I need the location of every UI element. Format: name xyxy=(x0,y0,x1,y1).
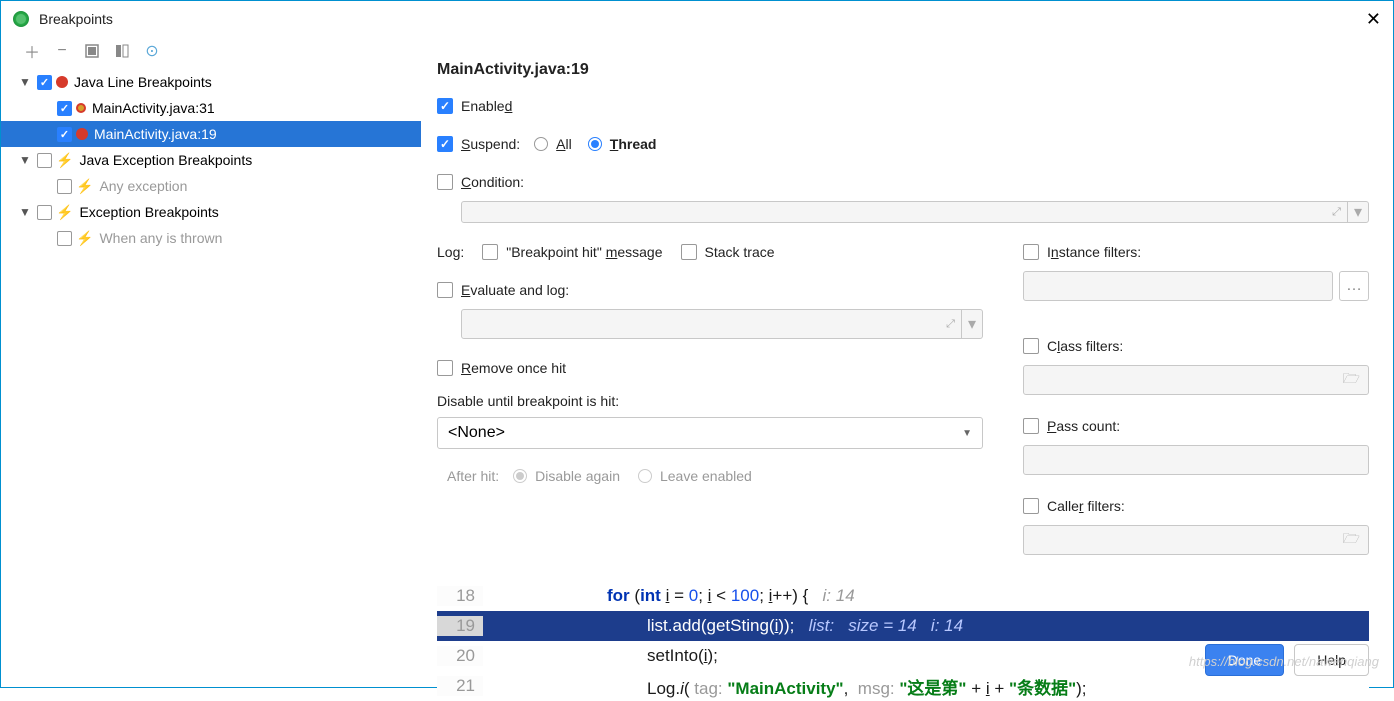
class-filters-label: Class filters: xyxy=(1047,338,1123,354)
instance-filters-more-button[interactable]: … xyxy=(1339,271,1369,301)
group-icon-2[interactable] xyxy=(113,42,131,60)
tree-item-main31[interactable]: MainActivity.java:31 xyxy=(1,95,421,121)
condition-label: Condition: xyxy=(461,174,524,190)
select-value: <None> xyxy=(448,424,505,442)
tree-label: When any is thrown xyxy=(99,230,222,246)
condition-field[interactable]: ⤢ ▾ xyxy=(461,201,1369,223)
remove-button[interactable]: − xyxy=(53,42,71,60)
lightning-icon: ⚡ xyxy=(76,230,93,247)
bp-hit-msg-checkbox[interactable] xyxy=(482,244,498,260)
caller-filters-label: Caller filters: xyxy=(1047,498,1125,514)
window-title: Breakpoints xyxy=(39,11,113,27)
checkbox[interactable] xyxy=(57,101,72,116)
leave-enabled-label: Leave enabled xyxy=(660,468,752,484)
add-button[interactable]: ＋ xyxy=(23,42,41,60)
checkbox[interactable] xyxy=(37,153,52,168)
suspend-all-label: All xyxy=(556,136,572,152)
disable-again-radio xyxy=(513,469,527,483)
log-label: Log: xyxy=(437,244,464,260)
code-line-18: 18 for (int i = 0; i < 100; i++) { i: 14 xyxy=(437,581,1369,611)
tree-group-java-exception[interactable]: ▼ ⚡ Java Exception Breakpoints xyxy=(1,147,421,173)
class-filters-checkbox[interactable] xyxy=(1023,338,1039,354)
expand-icon[interactable]: ⤢ xyxy=(1326,206,1347,219)
tree-item-any-exception[interactable]: ⚡ Any exception xyxy=(1,173,421,199)
group-icon-3[interactable]: ⊙ xyxy=(143,42,161,60)
pass-count-label: Pass count: xyxy=(1047,418,1120,434)
close-icon[interactable]: ✕ xyxy=(1366,9,1381,30)
tree-item-when-any-thrown[interactable]: ⚡ When any is thrown xyxy=(1,225,421,251)
breakpoint-title: MainActivity.java:19 xyxy=(437,61,1369,79)
enabled-label: Enabled xyxy=(461,98,512,114)
checkbox[interactable] xyxy=(57,231,72,246)
tree-label: Java Exception Breakpoints xyxy=(79,152,252,168)
remove-once-label: Remove once hit xyxy=(461,360,566,376)
tree-label: MainActivity.java:19 xyxy=(94,126,217,142)
eval-log-field[interactable]: ⤢ ▾ xyxy=(461,309,983,339)
enabled-checkbox[interactable] xyxy=(437,98,453,114)
breakpoint-details-panel: MainActivity.java:19 Enabled Suspend: Al… xyxy=(421,65,1393,633)
app-icon xyxy=(13,11,29,27)
dropdown-icon[interactable]: ▾ xyxy=(1347,202,1368,222)
tree-label: Exception Breakpoints xyxy=(79,204,218,220)
titlebar: Breakpoints ✕ xyxy=(1,1,1393,37)
tree-group-exception[interactable]: ▼ ⚡ Exception Breakpoints xyxy=(1,199,421,225)
disable-until-select[interactable]: <None> ▼ xyxy=(437,417,983,449)
lightning-icon: ⚡ xyxy=(76,178,93,195)
remove-once-checkbox[interactable] xyxy=(437,360,453,376)
lightning-icon: ⚡ xyxy=(56,204,73,221)
breakpoint-verified-icon xyxy=(489,620,501,632)
condition-checkbox[interactable] xyxy=(437,174,453,190)
caller-filters-checkbox[interactable] xyxy=(1023,498,1039,514)
chevron-down-icon[interactable]: ▼ xyxy=(19,205,33,219)
breakpoint-tree-panel: ▼ Java Line Breakpoints MainActivity.jav… xyxy=(1,65,421,633)
after-hit-label: After hit: xyxy=(447,468,499,484)
checkbox[interactable] xyxy=(57,179,72,194)
leave-enabled-radio xyxy=(638,469,652,483)
suspend-all-radio[interactable] xyxy=(534,137,548,151)
suspend-thread-label: Thread xyxy=(610,136,657,152)
tree-label: Any exception xyxy=(99,178,187,194)
dropdown-icon[interactable]: ▾ xyxy=(961,310,982,338)
breakpoint-verified-icon xyxy=(76,103,86,113)
instance-filters-label: Instance filters: xyxy=(1047,244,1141,260)
pass-count-checkbox[interactable] xyxy=(1023,418,1039,434)
group-icon-1[interactable] xyxy=(83,42,101,60)
suspend-thread-radio[interactable] xyxy=(588,137,602,151)
eval-log-checkbox[interactable] xyxy=(437,282,453,298)
stack-trace-label: Stack trace xyxy=(705,244,775,260)
tree-label: MainActivity.java:31 xyxy=(92,100,215,116)
disable-again-label: Disable again xyxy=(535,468,620,484)
tree-item-main19[interactable]: MainActivity.java:19 xyxy=(1,121,421,147)
checkbox[interactable] xyxy=(57,127,72,142)
caller-filters-field[interactable]: 🗁 xyxy=(1023,525,1369,555)
chevron-down-icon[interactable]: ▼ xyxy=(19,153,33,167)
folder-icon[interactable]: 🗁 xyxy=(1335,368,1368,392)
instance-filters-field[interactable] xyxy=(1023,271,1333,301)
checkbox[interactable] xyxy=(37,75,52,90)
breakpoint-icon xyxy=(76,128,88,140)
tree-group-java-line[interactable]: ▼ Java Line Breakpoints xyxy=(1,69,421,95)
chevron-down-icon[interactable]: ▼ xyxy=(19,75,33,89)
expand-icon[interactable]: ⤢ xyxy=(940,318,961,331)
checkbox[interactable] xyxy=(37,205,52,220)
dropdown-icon: ▼ xyxy=(962,428,972,439)
folder-icon[interactable]: 🗁 xyxy=(1335,528,1368,552)
suspend-label: Suspend: xyxy=(461,136,520,152)
instance-filters-checkbox[interactable] xyxy=(1023,244,1039,260)
class-filters-field[interactable]: 🗁 xyxy=(1023,365,1369,395)
disable-until-label: Disable until breakpoint is hit: xyxy=(437,393,983,409)
bp-hit-msg-label: "Breakpoint hit" message xyxy=(506,244,662,260)
breakpoint-icon xyxy=(56,76,68,88)
eval-log-label: Evaluate and log: xyxy=(461,282,569,298)
pass-count-field[interactable] xyxy=(1023,445,1369,475)
suspend-checkbox[interactable] xyxy=(437,136,453,152)
stack-trace-checkbox[interactable] xyxy=(681,244,697,260)
tree-label: Java Line Breakpoints xyxy=(74,74,212,90)
watermark: https://blog.csdn.net/nawenqiang xyxy=(1189,654,1379,669)
dialog-footer: Done Help xyxy=(1,633,1393,687)
lightning-icon: ⚡ xyxy=(56,152,73,169)
